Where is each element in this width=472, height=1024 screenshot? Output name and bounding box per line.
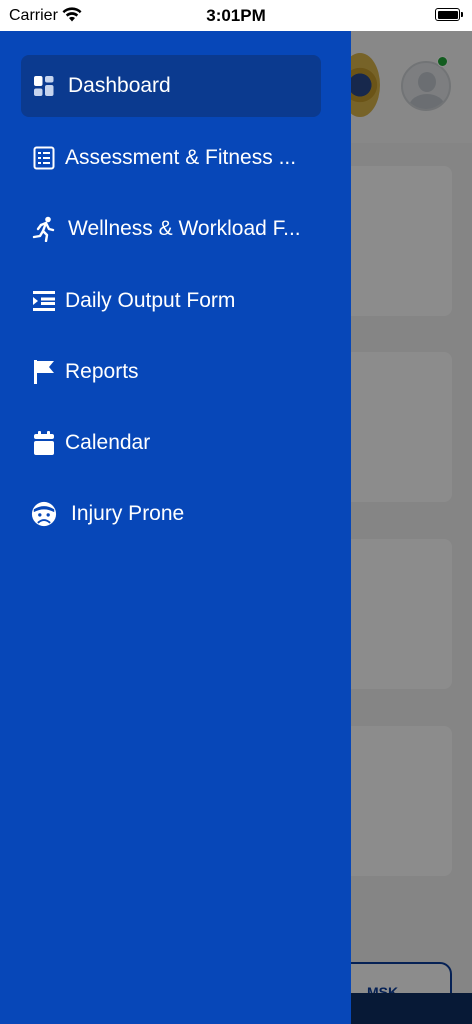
- menu-item-injury-prone[interactable]: Injury Prone: [21, 483, 321, 545]
- menu-label-injury-prone: Injury Prone: [71, 502, 185, 525]
- flag-icon: [31, 359, 57, 385]
- dashboard-grid-icon: [31, 73, 57, 99]
- menu-label-wellness: Wellness & Workload F...: [68, 217, 301, 240]
- navigation-drawer: Dashboard Assessment & Fitness ... Welln…: [0, 31, 351, 1024]
- menu-item-wellness[interactable]: Wellness & Workload F...: [21, 198, 321, 260]
- menu-item-assessment[interactable]: Assessment & Fitness ...: [21, 127, 321, 189]
- injured-face-icon: [31, 501, 57, 527]
- menu-item-dashboard[interactable]: Dashboard: [21, 55, 321, 117]
- menu-item-daily-output[interactable]: Daily Output Form: [21, 270, 321, 332]
- running-person-icon: [31, 216, 57, 242]
- menu-label-reports: Reports: [65, 360, 139, 383]
- calendar-icon: [31, 430, 57, 456]
- indent-list-icon: [31, 288, 57, 314]
- battery-full-icon: [435, 8, 463, 21]
- status-bar: Carrier 3:01PM: [0, 0, 472, 31]
- menu-label-calendar: Calendar: [65, 431, 151, 454]
- clipboard-list-icon: [31, 145, 57, 171]
- menu-item-reports[interactable]: Reports: [21, 341, 321, 403]
- menu-item-calendar[interactable]: Calendar: [21, 412, 321, 474]
- menu-label-daily-output: Daily Output Form: [65, 289, 236, 312]
- clock: 3:01PM: [206, 6, 266, 25]
- menu-label-dashboard: Dashboard: [68, 74, 171, 97]
- menu-label-assessment: Assessment & Fitness ...: [65, 146, 297, 169]
